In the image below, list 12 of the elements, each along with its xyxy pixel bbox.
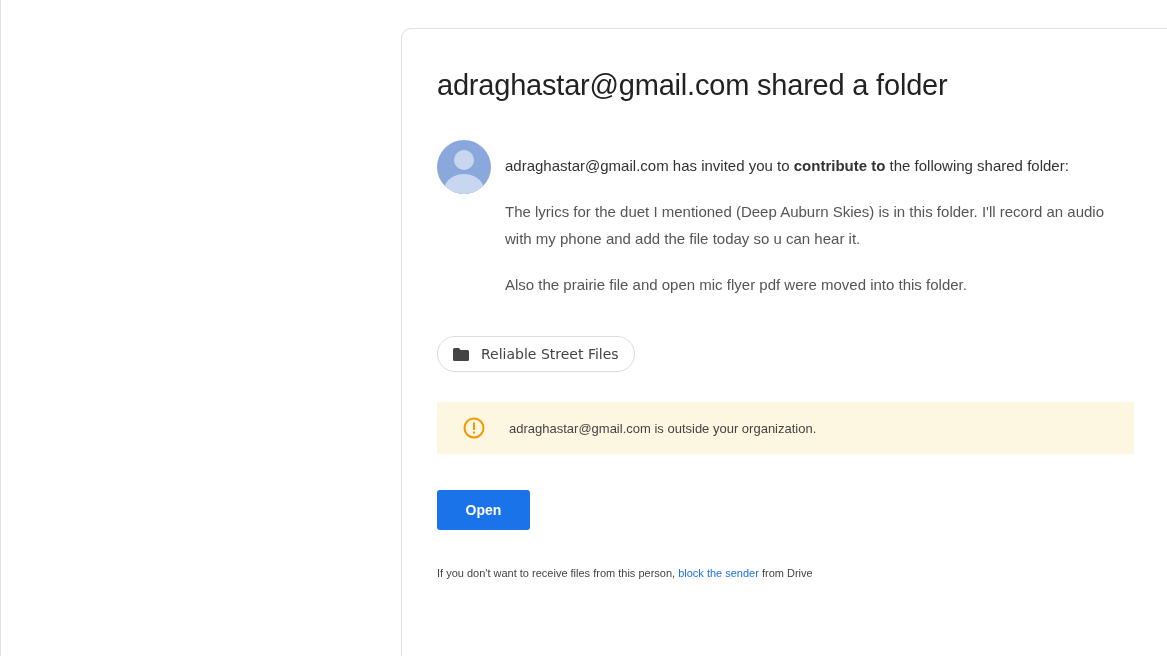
message-paragraph: Also the prairie file and open mic flyer pdf were moved into this folder.: [505, 275, 968, 295]
invitation-text: adraghastar@gmail.com has invited you to contribute to the following shared folder:: [505, 156, 1070, 176]
message-paragraph: The lyrics for the duet I mentioned (Deep Auburn Skies) is in this folder. I'll record an audio with my phone and add the file today so u can hear it.: [505, 202, 1105, 249]
avatar-icon: [437, 140, 491, 194]
open-button[interactable]: Open: [437, 490, 530, 530]
email-title: adraghastar@gmail.com shared a folder: [437, 69, 949, 102]
footer-text: If you don't want to receive files from this person, block the sender from Drive: [437, 567, 814, 579]
warning-icon: [463, 417, 485, 439]
folder-chip[interactable]: Reliable Street Files: [437, 336, 635, 372]
warning-text: adraghastar@gmail.com is outside your organization.: [509, 420, 817, 436]
block-sender-link[interactable]: block the sender: [678, 567, 759, 579]
folder-icon: [453, 347, 469, 361]
